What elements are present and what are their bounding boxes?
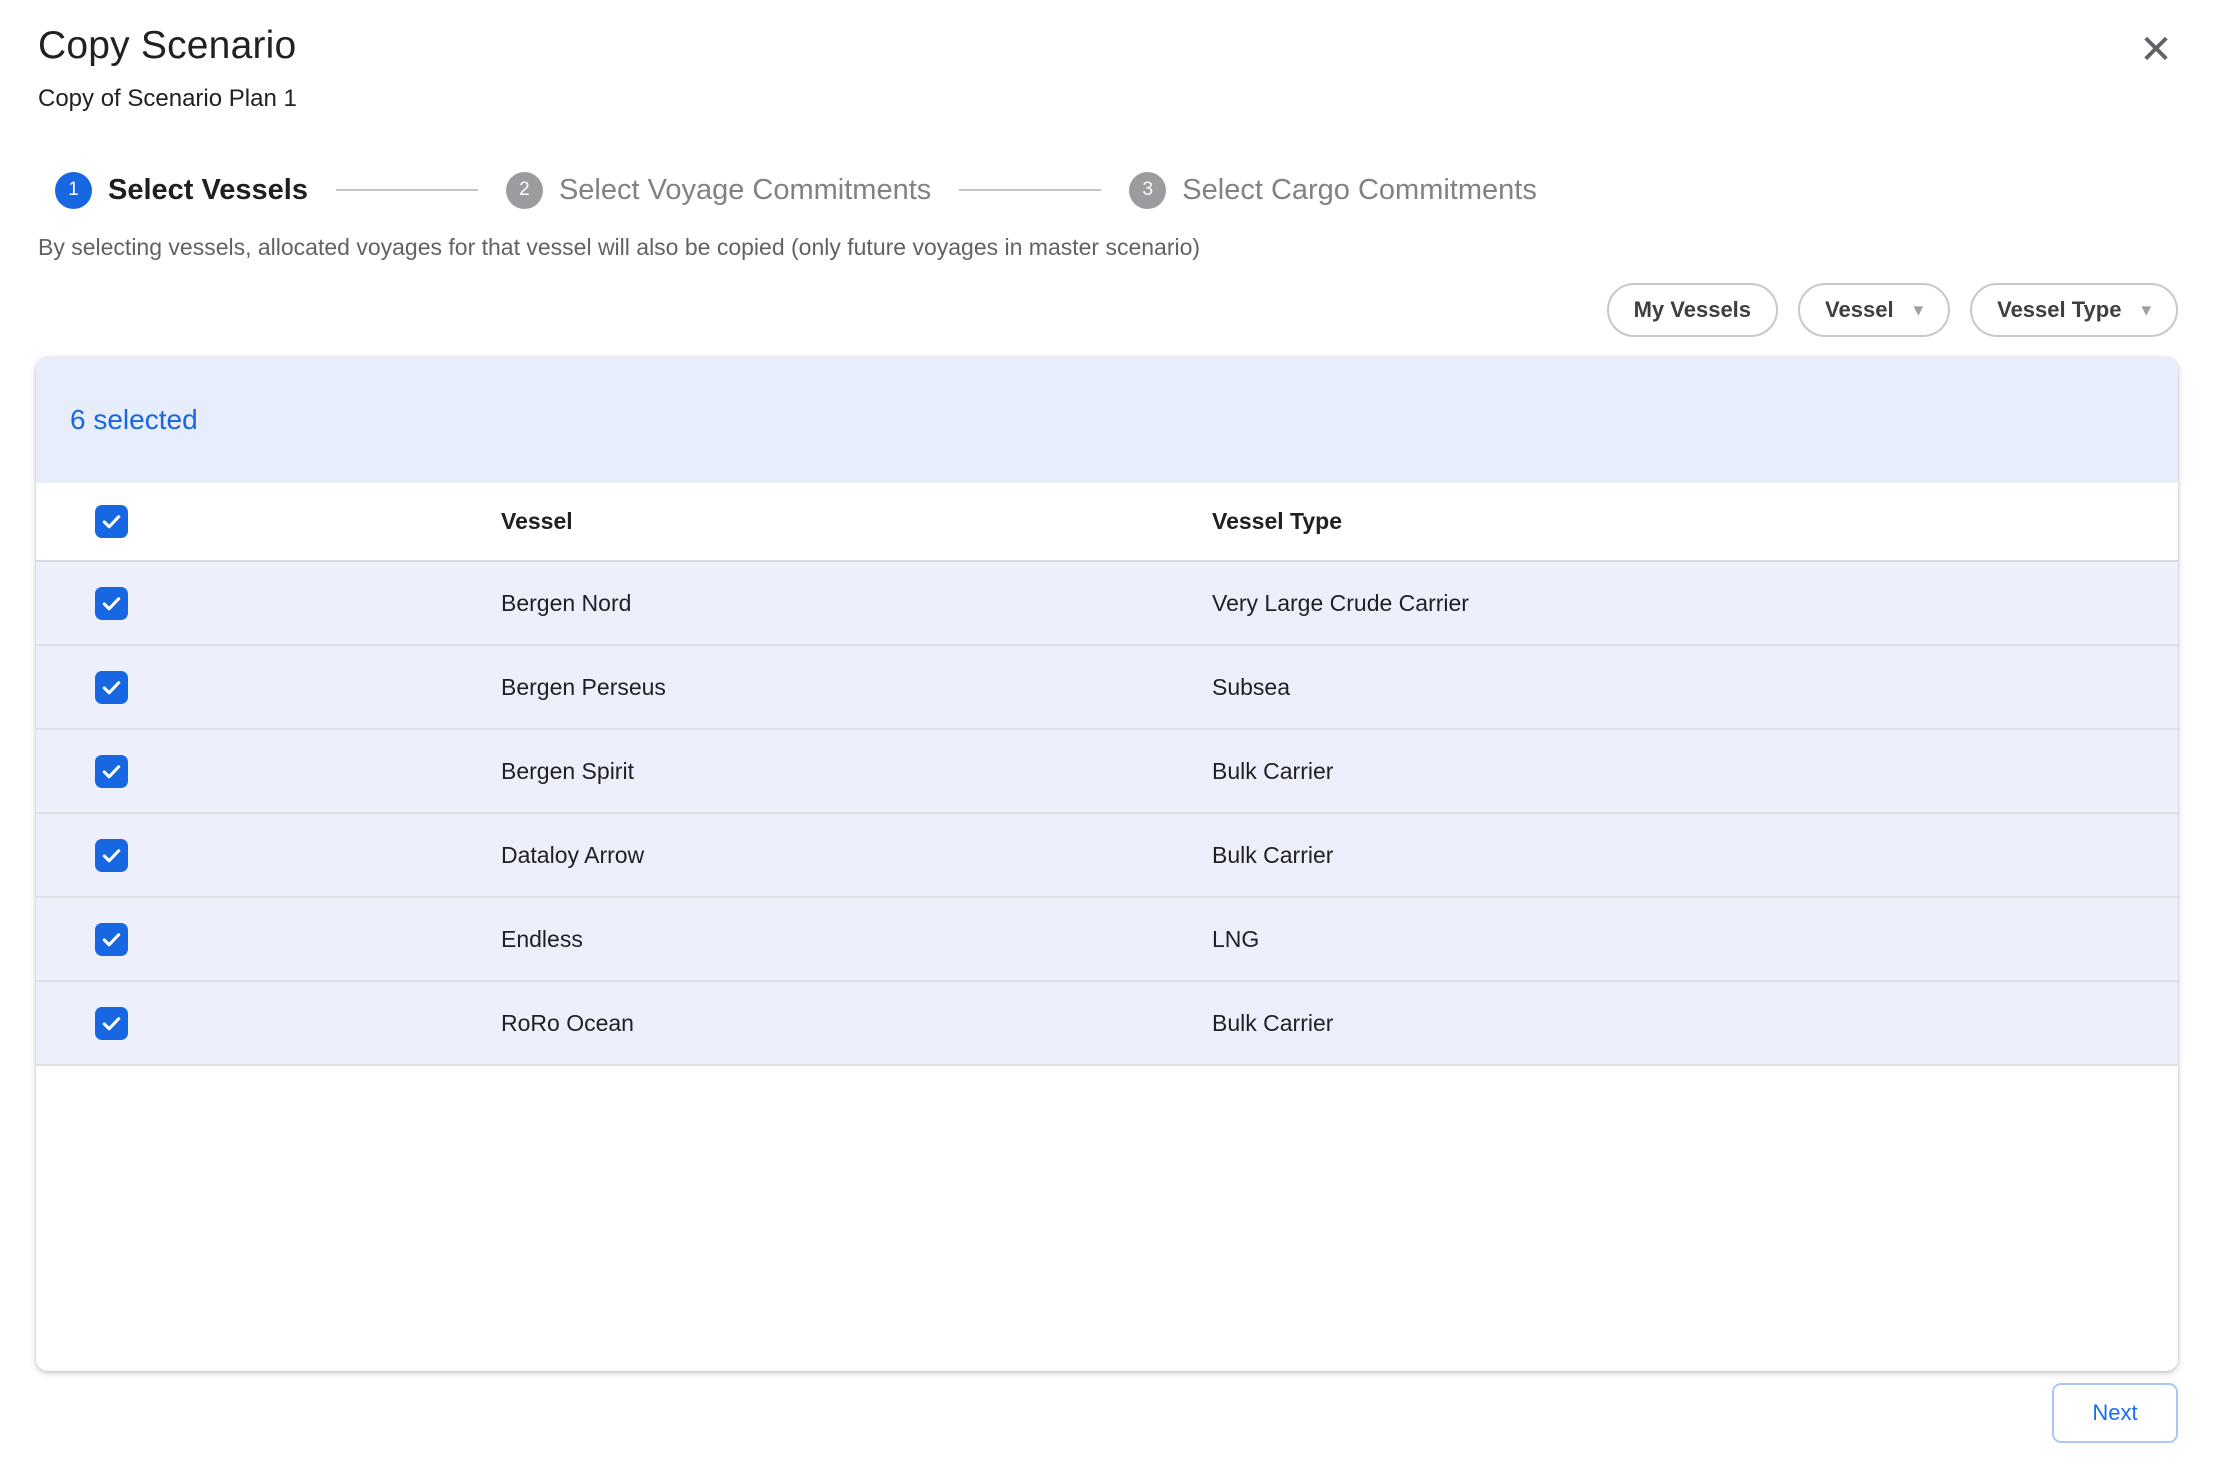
table-header-row: Vessel Vessel Type bbox=[36, 483, 2178, 562]
step-select-vessels: 1 Select Vessels bbox=[55, 172, 308, 209]
column-header-vessel: Vessel bbox=[501, 508, 1212, 535]
check-icon bbox=[100, 928, 123, 951]
row-checkbox[interactable] bbox=[95, 755, 128, 788]
step-2-number: 2 bbox=[519, 179, 530, 201]
my-vessels-chip-label: My Vessels bbox=[1634, 297, 1751, 323]
filter-bar: My Vessels Vessel ▾ Vessel Type ▾ bbox=[1607, 283, 2178, 337]
select-all-checkbox[interactable] bbox=[95, 505, 128, 538]
vessel-filter-chip[interactable]: Vessel ▾ bbox=[1798, 283, 1950, 337]
row-checkbox-cell bbox=[36, 671, 501, 704]
table-row[interactable]: Bergen Perseus Subsea bbox=[36, 646, 2178, 730]
next-button[interactable]: Next bbox=[2052, 1383, 2178, 1443]
copy-scenario-dialog: Copy Scenario Copy of Scenario Plan 1 ✕ … bbox=[0, 0, 2220, 1472]
step-3-label: Select Cargo Commitments bbox=[1182, 174, 1537, 207]
row-checkbox-cell bbox=[36, 1007, 501, 1040]
step-3-circle: 3 bbox=[1129, 172, 1166, 209]
step-2-label: Select Voyage Commitments bbox=[559, 174, 931, 207]
dropdown-arrow-icon: ▾ bbox=[1914, 301, 1924, 320]
check-icon bbox=[100, 592, 123, 615]
close-icon: ✕ bbox=[2139, 30, 2173, 70]
check-icon bbox=[100, 676, 123, 699]
row-checkbox-cell bbox=[36, 923, 501, 956]
page-subtitle: Copy of Scenario Plan 1 bbox=[38, 85, 297, 113]
row-checkbox-cell bbox=[36, 839, 501, 872]
vessel-type-chip-label: Vessel Type bbox=[1997, 297, 2121, 323]
dialog-header: Copy Scenario Copy of Scenario Plan 1 bbox=[38, 24, 297, 113]
step-connector bbox=[959, 189, 1101, 191]
row-checkbox[interactable] bbox=[95, 839, 128, 872]
vessel-type-cell: Bulk Carrier bbox=[1212, 1010, 2178, 1037]
vessel-type-cell: Very Large Crude Carrier bbox=[1212, 590, 2178, 617]
step-select-cargo-commitments: 3 Select Cargo Commitments bbox=[1129, 172, 1537, 209]
vessel-type-cell: Subsea bbox=[1212, 674, 2178, 701]
table-row[interactable]: RoRo Ocean Bulk Carrier bbox=[36, 982, 2178, 1066]
vessel-type-filter-chip[interactable]: Vessel Type ▾ bbox=[1970, 283, 2178, 337]
table-empty-space bbox=[36, 1066, 2178, 1371]
row-checkbox-cell bbox=[36, 587, 501, 620]
vessel-type-cell: Bulk Carrier bbox=[1212, 842, 2178, 869]
step-select-voyage-commitments: 2 Select Voyage Commitments bbox=[506, 172, 931, 209]
vessel-name-cell: Bergen Perseus bbox=[501, 674, 1212, 701]
step-connector bbox=[336, 189, 478, 191]
table-row[interactable]: Dataloy Arrow Bulk Carrier bbox=[36, 814, 2178, 898]
vessel-name-cell: Dataloy Arrow bbox=[501, 842, 1212, 869]
close-button[interactable]: ✕ bbox=[2128, 22, 2184, 78]
vessel-name-cell: Endless bbox=[501, 926, 1212, 953]
step-2-circle: 2 bbox=[506, 172, 543, 209]
header-checkbox-cell bbox=[36, 505, 501, 538]
check-icon bbox=[100, 1012, 123, 1035]
vessel-chip-label: Vessel bbox=[1825, 297, 1894, 323]
vessel-name-cell: Bergen Nord bbox=[501, 590, 1212, 617]
check-icon bbox=[100, 844, 123, 867]
column-header-vessel-type: Vessel Type bbox=[1212, 508, 2178, 535]
vessel-type-cell: LNG bbox=[1212, 926, 2178, 953]
row-checkbox-cell bbox=[36, 755, 501, 788]
row-checkbox[interactable] bbox=[95, 1007, 128, 1040]
step-1-number: 1 bbox=[68, 179, 79, 201]
check-icon bbox=[100, 510, 123, 533]
wizard-stepper: 1 Select Vessels 2 Select Voyage Commitm… bbox=[55, 164, 1537, 216]
row-checkbox[interactable] bbox=[95, 923, 128, 956]
table-row[interactable]: Endless LNG bbox=[36, 898, 2178, 982]
vessel-name-cell: Bergen Spirit bbox=[501, 758, 1212, 785]
my-vessels-filter-chip[interactable]: My Vessels bbox=[1607, 283, 1778, 337]
vessel-table-card: 6 selected Vessel Vessel Type Bergen Nor… bbox=[36, 357, 2178, 1371]
dropdown-arrow-icon: ▾ bbox=[2141, 301, 2151, 320]
page-title: Copy Scenario bbox=[38, 24, 297, 68]
selection-banner: 6 selected bbox=[36, 357, 2178, 483]
check-icon bbox=[100, 760, 123, 783]
row-checkbox[interactable] bbox=[95, 671, 128, 704]
step-1-circle: 1 bbox=[55, 172, 92, 209]
step-1-label: Select Vessels bbox=[108, 174, 308, 207]
selection-help-text: By selecting vessels, allocated voyages … bbox=[38, 234, 1200, 261]
table-row[interactable]: Bergen Nord Very Large Crude Carrier bbox=[36, 562, 2178, 646]
step-3-number: 3 bbox=[1142, 179, 1153, 201]
vessel-type-cell: Bulk Carrier bbox=[1212, 758, 2178, 785]
table-row[interactable]: Bergen Spirit Bulk Carrier bbox=[36, 730, 2178, 814]
vessel-name-cell: RoRo Ocean bbox=[501, 1010, 1212, 1037]
selection-count: 6 selected bbox=[70, 404, 198, 436]
row-checkbox[interactable] bbox=[95, 587, 128, 620]
